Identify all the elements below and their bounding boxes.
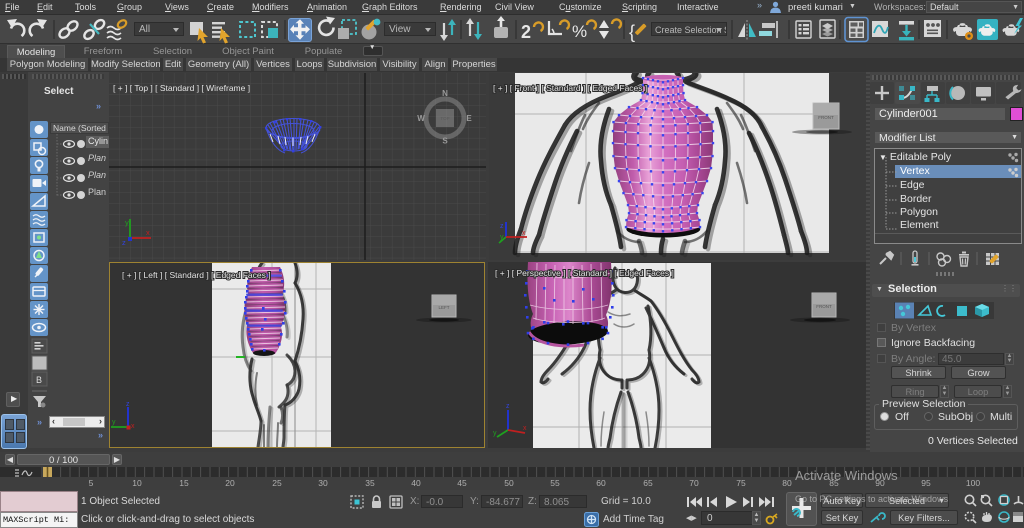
svg-text:45: 45 <box>457 478 467 488</box>
svg-text:35: 35 <box>365 478 375 488</box>
svg-text:x: x <box>131 423 135 430</box>
svg-text:%: % <box>572 22 587 41</box>
svg-text:z: z <box>500 223 504 230</box>
svg-text:95: 95 <box>921 478 931 488</box>
svg-text:x: x <box>146 228 150 237</box>
svg-text:[ + ] [ Top ] [ Standard ] [ W: [ + ] [ Top ] [ Standard ] [ Wireframe ] <box>113 83 250 93</box>
svg-text:[ + ] [ Front ] [ Standard ] [: [ + ] [ Front ] [ Standard ] [ Edged Fac… <box>493 83 647 93</box>
svg-text:TOP: TOP <box>440 116 449 121</box>
svg-text:E: E <box>466 114 472 123</box>
svg-text:75: 75 <box>736 478 746 488</box>
svg-text:z: z <box>126 401 130 408</box>
svg-text:x: x <box>523 425 527 432</box>
svg-text:15: 15 <box>179 478 189 488</box>
svg-text:65: 65 <box>643 478 653 488</box>
svg-text:N: N <box>442 89 448 98</box>
svg-text:B: B <box>36 375 42 385</box>
svg-text:FRONT: FRONT <box>818 115 834 120</box>
svg-text:y: y <box>112 419 116 426</box>
svg-text:30: 30 <box>318 478 328 488</box>
svg-text:[ + ] [ Perspective ] [ Standa: [ + ] [ Perspective ] [ Standard ] [ Edg… <box>495 268 674 278</box>
svg-text:x: x <box>522 230 526 237</box>
svg-text:z: z <box>122 238 126 247</box>
svg-text:100: 100 <box>966 478 980 488</box>
svg-text:60: 60 <box>596 478 606 488</box>
svg-text:y: y <box>500 234 504 241</box>
svg-text:55: 55 <box>550 478 560 488</box>
svg-text:[ + ] [ Left ] [ Standard ] [: [ + ] [ Left ] [ Standard ] [ Edged Face… <box>122 270 271 280</box>
svg-text:LEFT: LEFT <box>438 305 449 310</box>
svg-text:20: 20 <box>225 478 235 488</box>
svg-text:FRONT: FRONT <box>816 304 832 309</box>
svg-text:{: { <box>629 22 635 42</box>
svg-text:70: 70 <box>689 478 699 488</box>
svg-text:25: 25 <box>272 478 282 488</box>
svg-text:W: W <box>417 114 425 123</box>
svg-text:y: y <box>493 430 497 437</box>
svg-text:80: 80 <box>782 478 792 488</box>
svg-text:z: z <box>506 403 510 410</box>
svg-text:S: S <box>442 137 448 146</box>
svg-text:2: 2 <box>521 22 531 42</box>
svg-text:50: 50 <box>504 478 514 488</box>
svg-text:5: 5 <box>89 478 94 488</box>
svg-text:40: 40 <box>411 478 421 488</box>
svg-text:10: 10 <box>132 478 142 488</box>
svg-text:y: y <box>125 218 129 227</box>
